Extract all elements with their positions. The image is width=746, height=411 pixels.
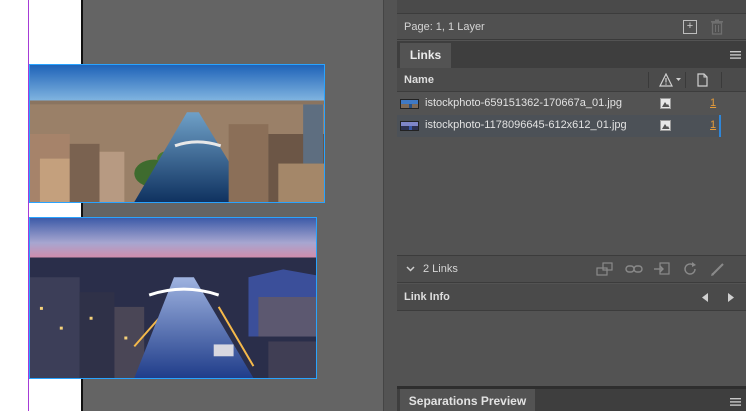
goto-link-icon[interactable] (653, 261, 671, 277)
layers-page-info: Page: 1, 1 Layer (404, 21, 485, 33)
column-name[interactable]: Name (404, 74, 434, 86)
placed-image-dusk (30, 218, 316, 378)
link-row-selected[interactable]: istockphoto-1178096645-612x612_01.jpg 1 (397, 115, 719, 137)
links-panel-footer: 2 Links (397, 255, 746, 283)
links-count: 2 Links (423, 263, 458, 275)
selection-indicator (719, 115, 721, 137)
relink-icon[interactable] (625, 261, 643, 277)
link-thumbnail (400, 99, 419, 109)
panel-menu-icon[interactable] (730, 51, 741, 59)
new-layer-button[interactable]: + (683, 20, 697, 34)
placed-image-day (30, 65, 324, 202)
link-info-title: Link Info (404, 291, 450, 303)
trash-icon[interactable] (710, 19, 724, 35)
column-divider (648, 72, 649, 88)
warning-status-column-icon[interactable] (659, 73, 683, 87)
previous-link-icon[interactable] (702, 293, 709, 302)
link-page-number[interactable]: 1 (710, 97, 716, 109)
link-info-header[interactable]: Link Info (397, 284, 746, 311)
links-column-header: Name (397, 68, 746, 92)
link-info-body (397, 311, 746, 386)
tab-links[interactable]: Links (400, 43, 451, 68)
link-thumbnail (400, 121, 419, 131)
embedded-icon (660, 120, 671, 131)
panel-dock: Page: 1, 1 Layer + Links Name istockphot… (397, 0, 746, 411)
pasteboard (0, 0, 29, 411)
tab-separations-preview[interactable]: Separations Preview (400, 389, 535, 411)
image-frame-dusk[interactable] (29, 217, 317, 379)
document-canvas[interactable] (0, 0, 383, 411)
layers-panel-footer: Page: 1, 1 Layer + (397, 14, 746, 40)
column-divider (721, 72, 722, 88)
panel-menu-icon[interactable] (730, 398, 741, 406)
canvas-vertical-scrollbar[interactable] (383, 0, 397, 411)
embedded-icon (660, 98, 671, 109)
column-divider (685, 72, 686, 88)
update-link-icon[interactable] (681, 261, 699, 277)
link-row[interactable]: istockphoto-659151362-170667a_01.jpg 1 (397, 93, 719, 115)
relink-from-cc-icon[interactable] (596, 261, 614, 277)
links-panel-header: Links (397, 41, 746, 68)
next-link-icon[interactable] (727, 293, 734, 302)
chevron-down-icon[interactable] (406, 266, 415, 272)
link-filename: istockphoto-659151362-170667a_01.jpg (425, 97, 622, 109)
link-filename: istockphoto-1178096645-612x612_01.jpg (425, 119, 627, 131)
image-frame-day[interactable] (29, 64, 325, 203)
edit-original-icon[interactable] (709, 261, 727, 277)
plus-square-icon: + (686, 20, 694, 32)
separations-panel-header: Separations Preview (397, 389, 746, 411)
layers-panel-list (397, 0, 746, 14)
page-column-icon[interactable] (697, 73, 708, 87)
link-page-number[interactable]: 1 (710, 119, 716, 131)
links-list: Name istockphoto-659151362-170667a_01.jp… (397, 68, 746, 255)
